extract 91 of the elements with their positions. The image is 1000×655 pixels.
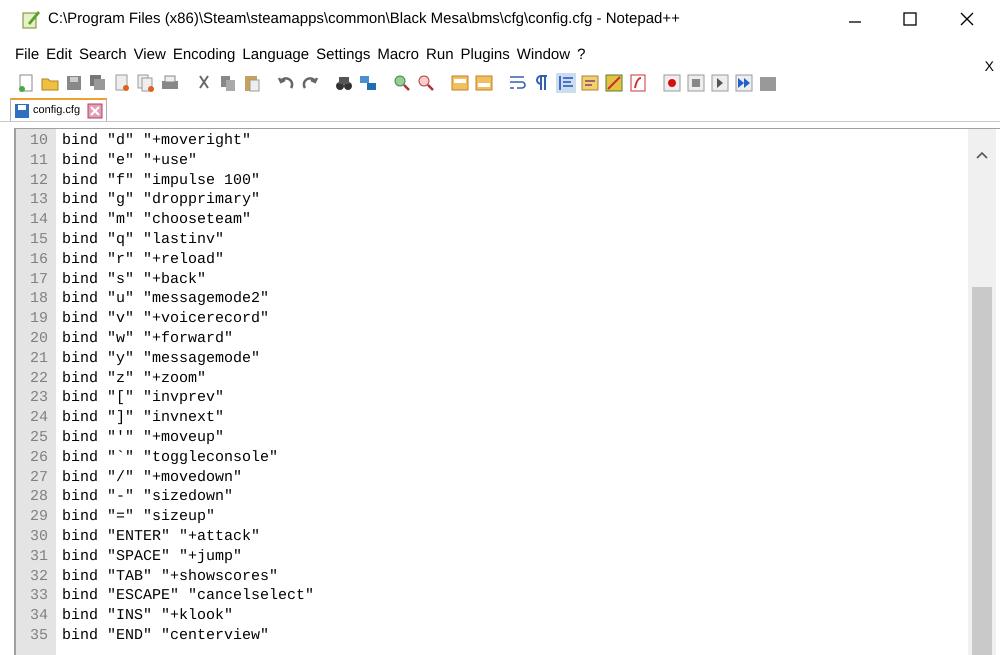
code-line: bind "SPACE" "+jump" bbox=[62, 546, 244, 567]
line-number: 29 bbox=[28, 507, 49, 527]
code-line: bind "`" "toggleconsole" bbox=[62, 448, 280, 468]
code-line: bind "INS" "+klook" bbox=[62, 606, 234, 626]
code-line: bind "d" "+moveright" bbox=[62, 131, 252, 151]
save-all-icon[interactable] bbox=[88, 73, 108, 93]
line-number: 30 bbox=[28, 526, 49, 547]
menu-item[interactable]: ? bbox=[577, 44, 586, 66]
sync-vertical-icon[interactable] bbox=[450, 73, 470, 93]
code-line: bind "/" "+movedown" bbox=[62, 468, 244, 488]
line-number: 28 bbox=[28, 487, 49, 508]
menu-item[interactable]: Language bbox=[242, 44, 310, 66]
code-line: bind "m" "chooseteam" bbox=[62, 210, 252, 230]
stop-icon[interactable] bbox=[686, 73, 706, 93]
code-line: bind "s" "+back" bbox=[62, 270, 208, 290]
save-icon[interactable] bbox=[64, 73, 84, 93]
code-line: bind "f" "impulse 100" bbox=[62, 170, 262, 190]
line-number: 35 bbox=[28, 626, 49, 646]
line-number: 10 bbox=[28, 131, 49, 151]
code-line: bind "ENTER" "+attack" bbox=[62, 526, 262, 547]
play-icon[interactable] bbox=[710, 73, 730, 93]
line-number: 16 bbox=[28, 250, 49, 270]
paste-icon[interactable] bbox=[242, 73, 262, 93]
code-line: bind "]" "invnext" bbox=[62, 408, 226, 428]
code-line: bind "=" "sizeup" bbox=[62, 507, 216, 527]
code-line: bind "z" "+zoom" bbox=[62, 368, 208, 388]
notepad-icon bbox=[20, 8, 42, 30]
line-number: 13 bbox=[28, 190, 49, 210]
sync-horizontal-icon[interactable] bbox=[474, 73, 494, 93]
line-number: 14 bbox=[28, 210, 49, 230]
zoom-in-icon[interactable] bbox=[392, 73, 412, 93]
line-number: 21 bbox=[28, 348, 49, 369]
code-line: bind "q" "lastinv" bbox=[62, 230, 226, 250]
close-all-icon[interactable] bbox=[136, 73, 156, 93]
code-line: bind "u" "messagemode2" bbox=[62, 289, 270, 310]
code-line: bind "v" "+voicerecord" bbox=[62, 309, 270, 329]
line-number: 33 bbox=[28, 586, 49, 606]
menu-item[interactable]: Search bbox=[79, 44, 127, 66]
line-number: 18 bbox=[28, 289, 49, 310]
menu-item[interactable]: Edit bbox=[46, 44, 72, 66]
line-number: 31 bbox=[28, 546, 49, 567]
record-icon[interactable] bbox=[662, 73, 682, 93]
line-number: 26 bbox=[28, 448, 49, 468]
line-number: 11 bbox=[28, 150, 49, 171]
code-line: bind "ESCAPE" "cancelselect" bbox=[62, 586, 316, 606]
scrollbar[interactable] bbox=[968, 129, 996, 655]
line-number: 27 bbox=[28, 468, 49, 488]
menu-item[interactable]: Settings bbox=[316, 44, 370, 66]
menu-item[interactable]: Window bbox=[516, 44, 570, 66]
copy-icon[interactable] bbox=[218, 73, 238, 93]
menu-item[interactable]: Run bbox=[426, 44, 454, 66]
document-map-icon[interactable] bbox=[580, 73, 600, 93]
code-line: bind "[" "invprev" bbox=[62, 388, 226, 408]
line-number: 15 bbox=[28, 230, 49, 250]
save-icon bbox=[14, 102, 30, 118]
line-number: 20 bbox=[28, 328, 49, 349]
line-number: 17 bbox=[28, 270, 49, 290]
fast-forward-icon[interactable] bbox=[734, 73, 754, 93]
menu-item[interactable]: Macro bbox=[377, 44, 420, 66]
line-number: 12 bbox=[28, 170, 49, 190]
menu-item[interactable]: View bbox=[134, 44, 166, 66]
close-icon[interactable] bbox=[960, 12, 974, 26]
code-line: bind "e" "+use" bbox=[62, 150, 198, 171]
maximize-icon[interactable] bbox=[903, 12, 917, 26]
code-line: bind "'" "+moveup" bbox=[62, 428, 226, 448]
menu-item[interactable]: File bbox=[15, 44, 40, 66]
scrollbar-thumb[interactable] bbox=[972, 287, 992, 655]
file-tab[interactable]: config.cfg bbox=[10, 98, 108, 121]
indent-guide-icon[interactable] bbox=[556, 73, 576, 93]
code-line: bind "w" "+forward" bbox=[62, 328, 234, 349]
line-number: 34 bbox=[28, 606, 49, 626]
line-number: 22 bbox=[28, 368, 49, 388]
line-number: 24 bbox=[28, 408, 49, 428]
zoom-out-icon[interactable] bbox=[416, 73, 436, 93]
line-number: 23 bbox=[28, 388, 49, 408]
menu-item[interactable]: Encoding bbox=[172, 44, 236, 66]
code-line: bind "y" "messagemode" bbox=[62, 348, 262, 369]
code-line: bind "r" "+reload" bbox=[62, 250, 226, 270]
code-line: bind "END" "centerview" bbox=[62, 626, 270, 646]
close-tab-icon[interactable] bbox=[87, 102, 104, 118]
code-line: bind "g" "dropprimary" bbox=[62, 190, 262, 210]
code-line: bind "-" "sizedown" bbox=[62, 487, 234, 508]
code-line: bind "TAB" "+showscores" bbox=[62, 566, 280, 586]
line-number: 19 bbox=[28, 309, 49, 329]
menu-item[interactable]: Plugins bbox=[460, 44, 510, 66]
replace-icon[interactable] bbox=[358, 73, 378, 93]
window-title: C:\Program Files (x86)\Steam\steamapps\common\Black Mesa\bms\cfg\config.cfg - Notepad++ bbox=[48, 8, 680, 29]
scroll-up-icon[interactable] bbox=[976, 151, 988, 159]
line-number: 25 bbox=[28, 428, 49, 448]
close-document-button[interactable]: X bbox=[984, 56, 994, 77]
line-number: 32 bbox=[28, 566, 49, 586]
